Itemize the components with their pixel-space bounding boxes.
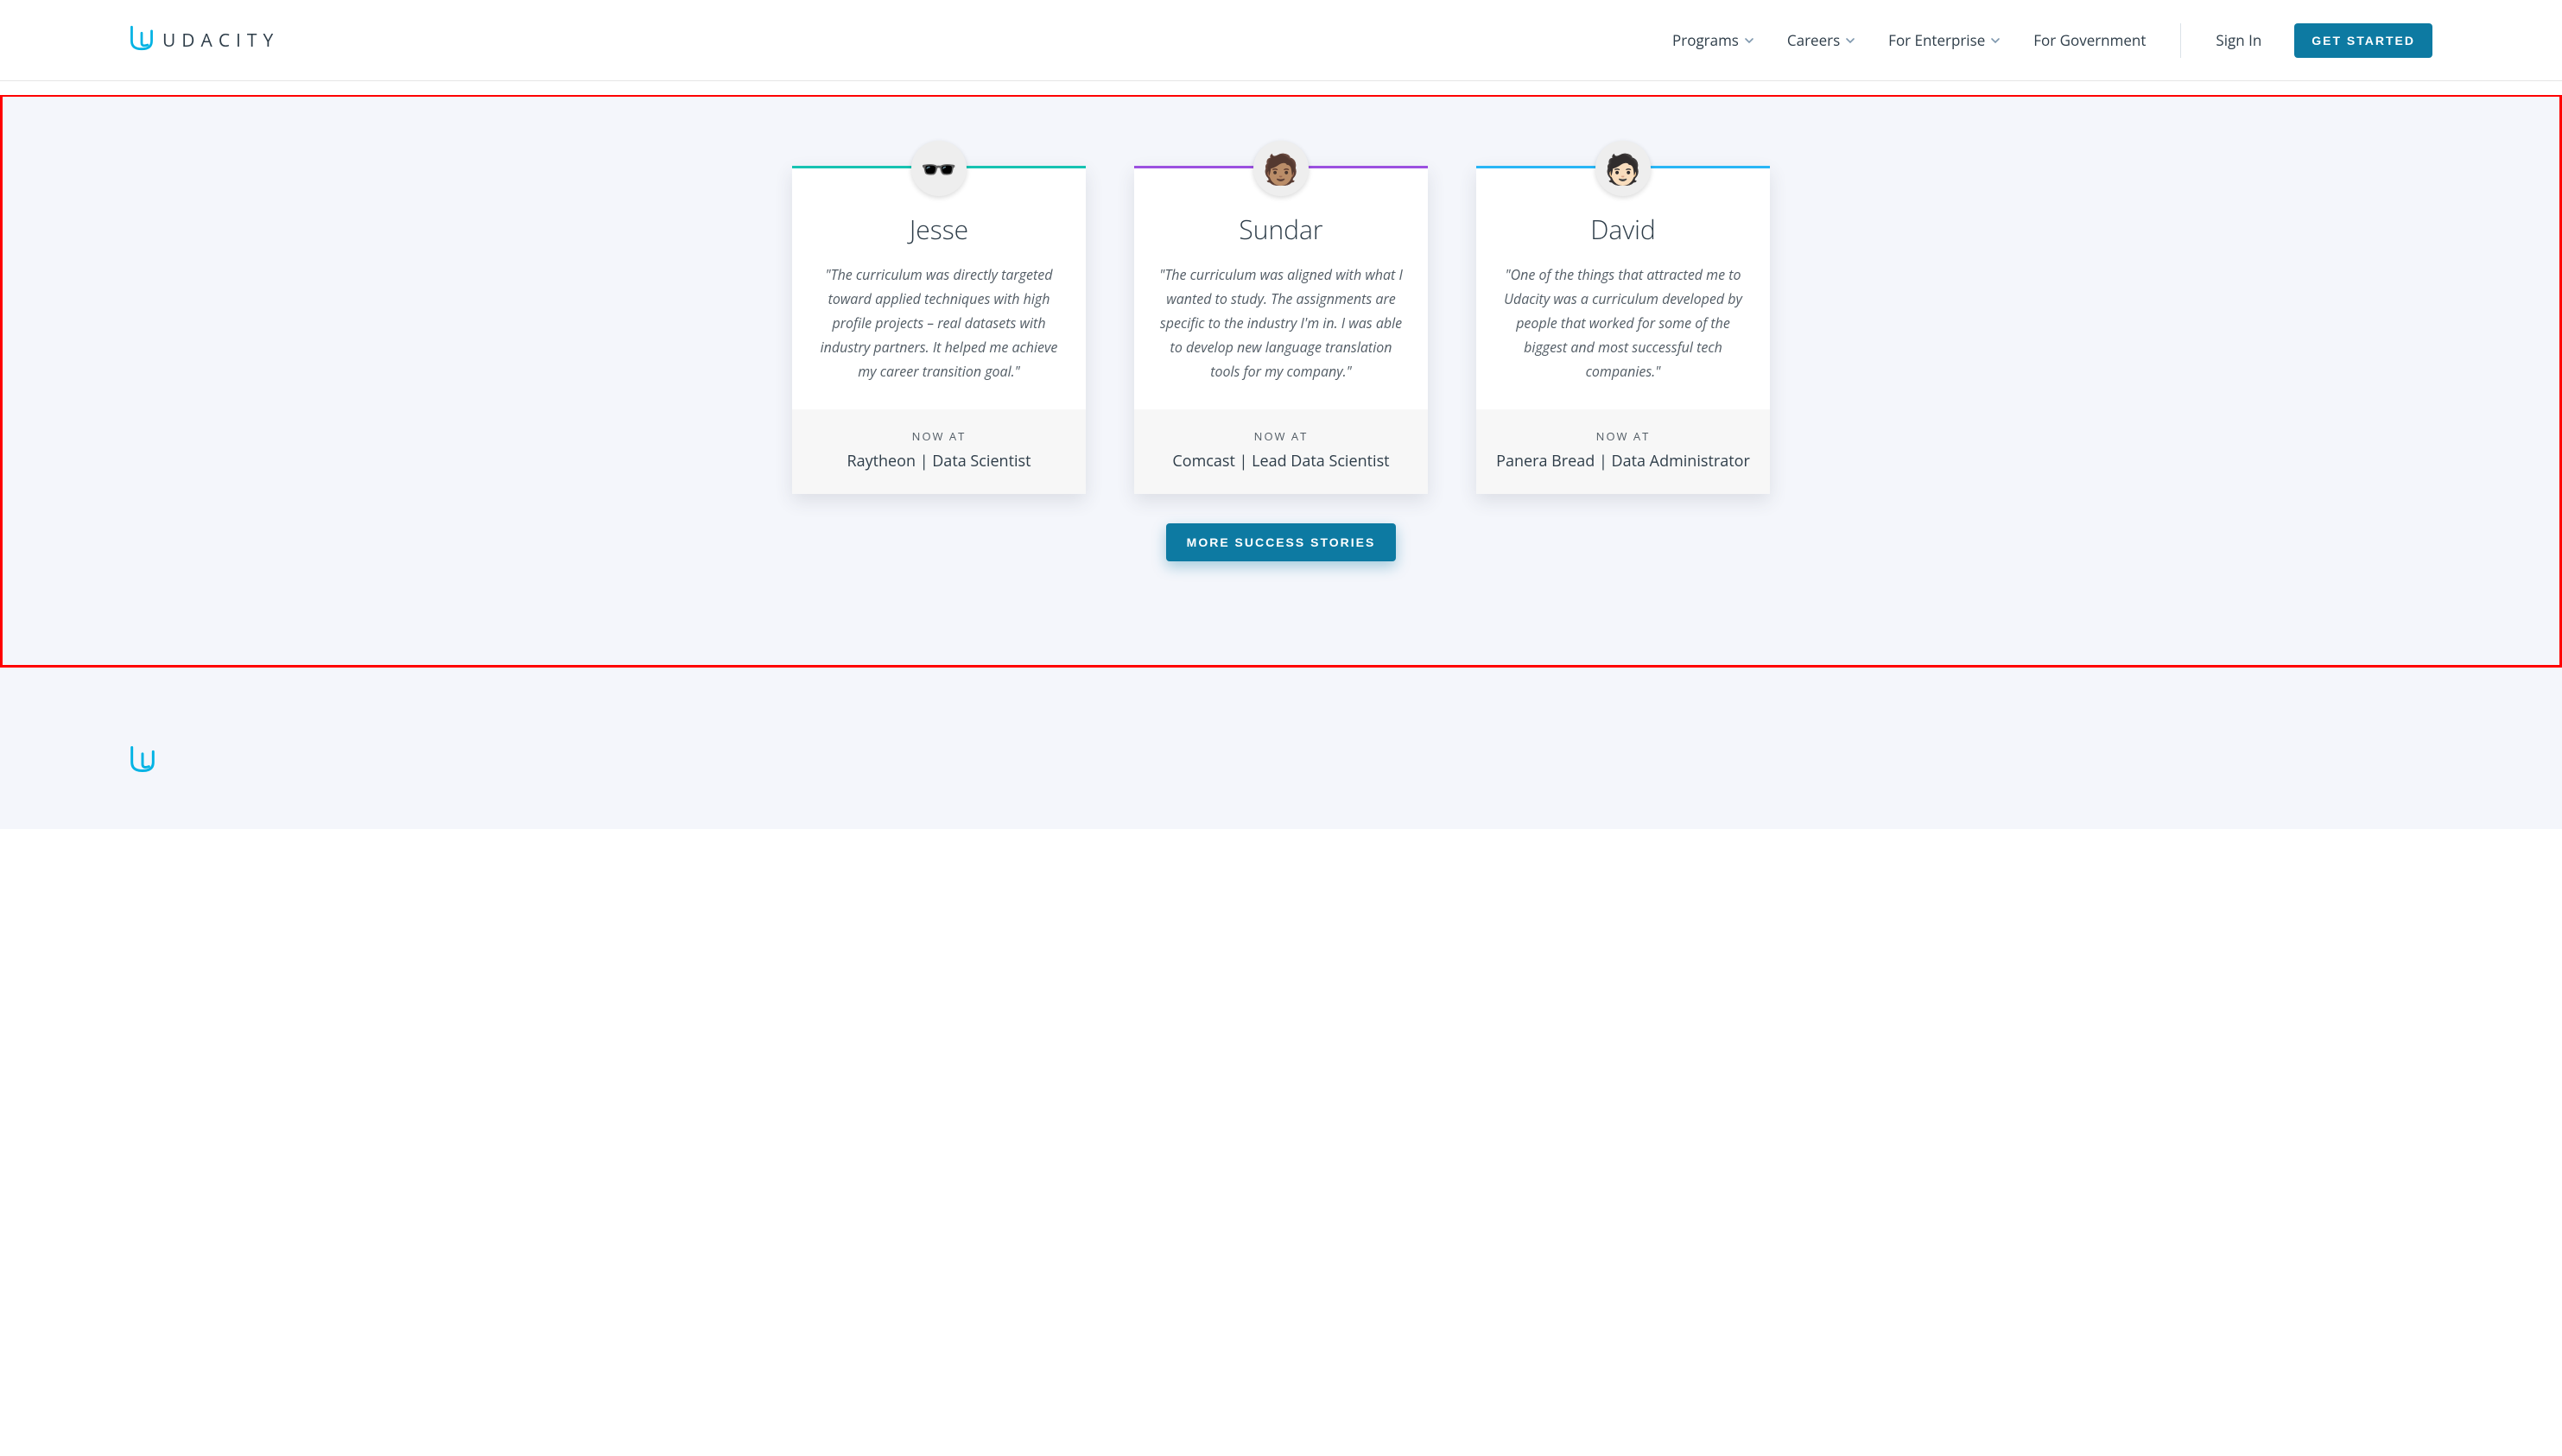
- testimonial-card: 🧑🏻 David "One of the things that attract…: [1476, 166, 1770, 494]
- more-stories-wrap: MORE SUCCESS STORIES: [3, 523, 2559, 561]
- avatar: 🧑🏽: [1253, 141, 1309, 196]
- avatar: 🧑🏻: [1595, 141, 1651, 196]
- nav-divider: [2180, 23, 2181, 58]
- chevron-down-icon: [1744, 35, 1754, 46]
- avatar: 🕶️: [911, 141, 967, 196]
- testimonial-footer: NOW AT Panera Bread | Data Administrator: [1476, 409, 1770, 494]
- more-success-stories-button[interactable]: MORE SUCCESS STORIES: [1166, 523, 1397, 561]
- nav-enterprise-label: For Enterprise: [1888, 30, 1985, 50]
- brand-logo[interactable]: UDACITY: [130, 25, 279, 55]
- chevron-down-icon: [1845, 35, 1855, 46]
- nav-careers-label: Careers: [1787, 30, 1840, 50]
- nav-programs[interactable]: Programs: [1672, 30, 1754, 50]
- testimonial-job: Raytheon | Data Scientist: [806, 451, 1072, 472]
- nav-government[interactable]: For Government: [2033, 30, 2146, 50]
- main-nav: Programs Careers For Enterprise For Gove…: [1672, 23, 2432, 58]
- nav-enterprise[interactable]: For Enterprise: [1888, 30, 2001, 50]
- testimonial-job: Panera Bread | Data Administrator: [1490, 451, 1756, 472]
- now-at-label: NOW AT: [1490, 428, 1756, 444]
- testimonial-name: Sundar: [1155, 212, 1407, 247]
- testimonial-footer: NOW AT Comcast | Lead Data Scientist: [1134, 409, 1428, 494]
- testimonial-card: 🕶️ Jesse "The curriculum was directly ta…: [792, 166, 1086, 494]
- nav-sign-in[interactable]: Sign In: [2216, 30, 2261, 50]
- now-at-label: NOW AT: [806, 428, 1072, 444]
- nav-careers[interactable]: Careers: [1787, 30, 1855, 50]
- chevron-down-icon: [1990, 35, 2001, 46]
- get-started-button[interactable]: GET STARTED: [2294, 23, 2432, 58]
- nav-sign-in-label: Sign In: [2216, 30, 2261, 50]
- nav-government-label: For Government: [2033, 30, 2146, 50]
- testimonial-body: Sundar "The curriculum was aligned with …: [1134, 168, 1428, 409]
- testimonial-job: Comcast | Lead Data Scientist: [1148, 451, 1414, 472]
- nav-programs-label: Programs: [1672, 30, 1739, 50]
- site-header: UDACITY Programs Careers For Enterprise …: [0, 0, 2562, 81]
- testimonial-card: 🧑🏽 Sundar "The curriculum was aligned wi…: [1134, 166, 1428, 494]
- udacity-logo-icon: [130, 758, 155, 777]
- testimonial-body: David "One of the things that attracted …: [1476, 168, 1770, 409]
- footer-area: [0, 668, 2562, 829]
- testimonial-name: David: [1497, 212, 1749, 247]
- testimonial-quote: "One of the things that attracted me to …: [1497, 263, 1749, 383]
- testimonial-footer: NOW AT Raytheon | Data Scientist: [792, 409, 1086, 494]
- brand-name: UDACITY: [162, 28, 279, 53]
- now-at-label: NOW AT: [1148, 428, 1414, 444]
- testimonial-quote: "The curriculum was directly targeted to…: [813, 263, 1065, 383]
- testimonial-cards: 🕶️ Jesse "The curriculum was directly ta…: [3, 166, 2559, 494]
- testimonial-body: Jesse "The curriculum was directly targe…: [792, 168, 1086, 409]
- udacity-logo-icon: [130, 25, 154, 55]
- testimonial-name: Jesse: [813, 212, 1065, 247]
- testimonials-section: 🕶️ Jesse "The curriculum was directly ta…: [0, 95, 2562, 668]
- testimonial-quote: "The curriculum was aligned with what I …: [1155, 263, 1407, 383]
